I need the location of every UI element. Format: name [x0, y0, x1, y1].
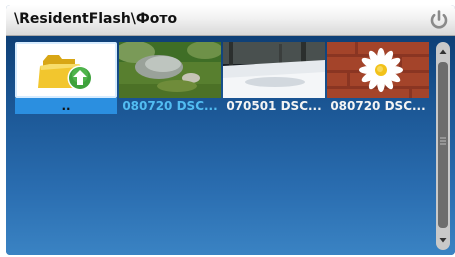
photo-snow-icon [223, 42, 325, 98]
photo-daisy-icon [327, 42, 429, 98]
file-item-label: 080720 DSC... [122, 99, 218, 113]
file-item-image[interactable]: 070501 DSC... [223, 42, 325, 114]
thumbnail [15, 42, 117, 98]
file-item-label: .. [15, 98, 117, 114]
file-item-image[interactable]: 080720 DSC... [327, 42, 429, 114]
grip-icon [440, 137, 446, 145]
photo-rocks-icon [119, 42, 221, 98]
power-button[interactable] [427, 8, 451, 32]
file-item-label: 070501 DSC... [226, 99, 322, 113]
power-icon [430, 10, 448, 29]
file-grid: .. 080720 DSC... 070501 DSC... 080720 DS… [6, 36, 455, 255]
image-thumbnail [223, 42, 325, 98]
vertical-scrollbar[interactable] [436, 42, 450, 250]
file-browser-window: \ResidentFlash\Фото .. 080720 DSC... 070… [6, 5, 455, 255]
folder-up-icon [38, 55, 93, 91]
scrollbar-thumb[interactable] [438, 62, 448, 228]
window-title: \ResidentFlash\Фото [14, 11, 178, 27]
image-thumbnail [119, 42, 221, 98]
image-thumbnail [327, 42, 429, 98]
file-item-label: 080720 DSC... [330, 99, 426, 113]
scroll-up-arrow-icon[interactable] [436, 45, 450, 59]
scroll-down-arrow-icon[interactable] [436, 233, 450, 247]
file-item-parent-folder[interactable]: .. [15, 42, 117, 114]
title-bar: \ResidentFlash\Фото [6, 5, 455, 36]
file-item-image[interactable]: 080720 DSC... [119, 42, 221, 114]
